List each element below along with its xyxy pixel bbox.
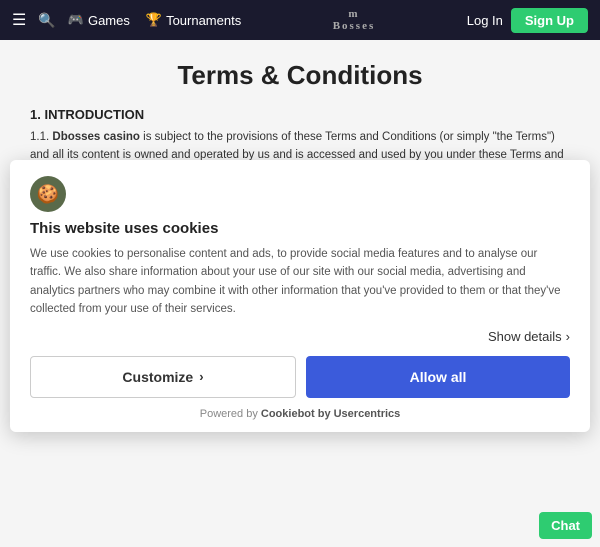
logo-text: mBosses [241, 8, 467, 32]
customize-chevron-icon: › [199, 369, 203, 384]
cookie-buttons: Customize › Allow all [30, 356, 570, 398]
customize-button[interactable]: Customize › [30, 356, 296, 398]
page-title: Terms & Conditions [30, 60, 570, 91]
signup-button[interactable]: Sign Up [511, 8, 588, 33]
section1-heading: 1. INTRODUCTION [30, 107, 570, 122]
cookie-text: We use cookies to personalise content an… [30, 245, 570, 319]
games-icon: 🎮 [68, 12, 84, 28]
allow-all-button[interactable]: Allow all [306, 356, 570, 398]
cookie-footer-brand: Cookiebot by Usercentrics [261, 408, 400, 420]
show-details-button[interactable]: Show details › [30, 329, 570, 344]
cookie-footer: Powered by Cookiebot by Usercentrics [30, 408, 570, 420]
show-details-label: Show details [488, 329, 562, 344]
site-logo: mBosses [241, 8, 467, 32]
cookie-title: This website uses cookies [30, 220, 570, 237]
navbar: ☰ 🔍 🎮 Games 🏆 Tournaments mBosses Log In… [0, 0, 600, 40]
logo-bosses: Bosses [241, 20, 467, 32]
chevron-right-icon: › [566, 329, 570, 344]
cookiebot-logo-icon: 🍪 [30, 176, 66, 212]
customize-label: Customize [122, 369, 193, 385]
nav-left: ☰ 🔍 🎮 Games 🏆 Tournaments [12, 10, 241, 30]
chat-button[interactable]: Chat [539, 512, 592, 539]
tournaments-icon: 🏆 [146, 12, 162, 28]
nav-tournaments-link[interactable]: 🏆 Tournaments [146, 12, 241, 28]
main-content: Terms & Conditions 1. INTRODUCTION 1.1. … [0, 40, 600, 547]
dbosses-brand-1: Dbosses casino [52, 131, 140, 143]
cookie-footer-text: Powered by [200, 408, 261, 420]
hamburger-icon[interactable]: ☰ [12, 10, 26, 30]
cookie-banner: 🍪 This website uses cookies We use cooki… [10, 160, 590, 432]
nav-games-link[interactable]: 🎮 Games [68, 12, 130, 28]
games-label: Games [88, 13, 130, 28]
tournaments-label: Tournaments [166, 13, 241, 28]
nav-right: Log In Sign Up [467, 8, 588, 33]
search-icon[interactable]: 🔍 [38, 12, 55, 29]
cookie-logo-area: 🍪 [30, 176, 570, 212]
login-button[interactable]: Log In [467, 13, 503, 28]
